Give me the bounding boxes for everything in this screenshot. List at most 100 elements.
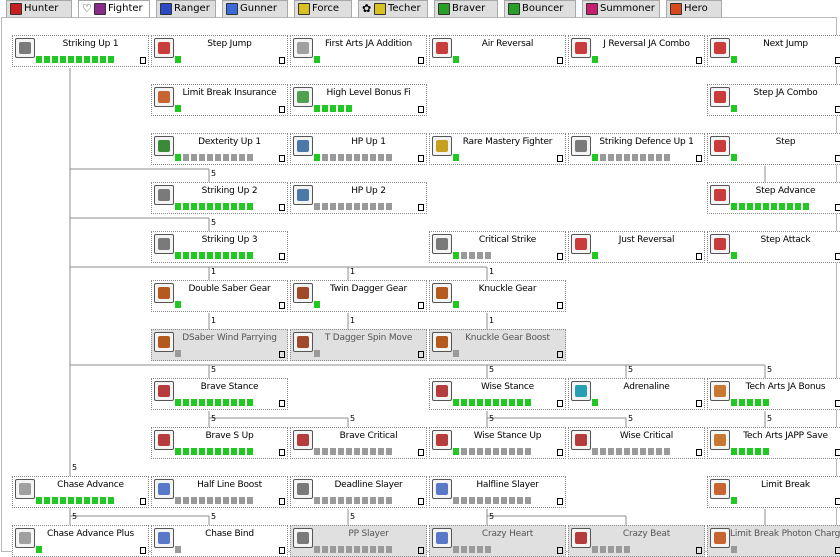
- skill-level-pip: [477, 546, 483, 553]
- skill-level-pip: [608, 448, 614, 455]
- skill-twin-dagger-gear[interactable]: Twin Dagger Gear: [290, 280, 427, 312]
- skill-half-line-boost[interactable]: Half Line Boost: [151, 476, 288, 508]
- skill-level-pip: [175, 448, 181, 455]
- skill-level-pip: [731, 105, 737, 112]
- skill-striking-up-1[interactable]: Striking Up 1: [12, 35, 149, 67]
- tab-fighter[interactable]: ♡ Fighter: [78, 0, 150, 18]
- skill-halfline-slayer[interactable]: Halfline Slayer: [429, 476, 566, 508]
- skill-just-reversal[interactable]: Just Reversal: [568, 231, 705, 263]
- skill-icon-glyph: [158, 140, 170, 152]
- skill-level-pip: [338, 203, 344, 210]
- tab-hero[interactable]: Hero: [666, 0, 722, 17]
- skill-critical-strike[interactable]: Critical Strike: [429, 231, 566, 263]
- skill-level-pip: [731, 546, 737, 553]
- chase-bind-icon: [154, 528, 174, 548]
- tab-gunner[interactable]: Gunner: [222, 0, 288, 17]
- skill-adrenaline[interactable]: Adrenaline: [568, 378, 705, 410]
- skill-level-pip: [207, 203, 213, 210]
- skill-name: DSaber Wind Parrying: [182, 333, 277, 343]
- skill-crazy-heart[interactable]: Crazy Heart: [429, 525, 566, 557]
- tab-braver[interactable]: Braver: [434, 0, 498, 17]
- skill-pp-slayer[interactable]: PP Slayer: [290, 525, 427, 557]
- skill-t-dagger-spin-move[interactable]: T Dagger Spin Move: [290, 329, 427, 361]
- skill-level-pip: [183, 448, 189, 455]
- skill-level-box: [418, 449, 424, 456]
- skill-wise-stance[interactable]: Wise Stance: [429, 378, 566, 410]
- skill-tech-arts-japp-save[interactable]: Tech Arts JAPP Save: [707, 427, 840, 459]
- skill-wise-critical[interactable]: Wise Critical: [568, 427, 705, 459]
- skill-limit-break[interactable]: Limit Break: [707, 476, 840, 508]
- skill-chase-advance-plus[interactable]: Chase Advance Plus: [12, 525, 149, 557]
- skill-chase-advance[interactable]: Chase Advance: [12, 476, 149, 508]
- skill-dsaber-wind-parrying[interactable]: DSaber Wind Parrying: [151, 329, 288, 361]
- skill-knuckle-gear[interactable]: Knuckle Gear: [429, 280, 566, 312]
- skill-step-ja-combo[interactable]: Step JA Combo: [707, 84, 840, 116]
- skill-level-pip: [52, 497, 58, 504]
- skill-level-pip: [330, 105, 336, 112]
- skill-name: Deadline Slayer: [334, 480, 403, 490]
- skill-limit-break-photon-charge[interactable]: Limit Break Photon Charge: [707, 525, 840, 557]
- skill-step-attack[interactable]: Step Attack: [707, 231, 840, 263]
- skill-level-pip: [191, 154, 197, 161]
- skill-name: Air Reversal: [481, 39, 534, 49]
- skill-name: Wise Critical: [619, 431, 674, 441]
- skill-next-jump[interactable]: Next Jump: [707, 35, 840, 67]
- skill-rare-mastery-fighter[interactable]: Rare Mastery Fighter: [429, 133, 566, 165]
- tab-prefix-glyph: ✿: [362, 2, 372, 15]
- skill-step-jump[interactable]: Step Jump: [151, 35, 288, 67]
- skill-level-pip: [493, 399, 499, 406]
- skill-icon-glyph: [297, 532, 309, 544]
- tab-ranger[interactable]: Ranger: [156, 0, 216, 17]
- skill-limit-break-insurance[interactable]: Limit Break Insurance: [151, 84, 288, 116]
- skill-double-saber-gear[interactable]: Double Saber Gear: [151, 280, 288, 312]
- skill-striking-defence-up-1[interactable]: Striking Defence Up 1: [568, 133, 705, 165]
- skill-hp-up-1[interactable]: HP Up 1: [290, 133, 427, 165]
- skill-name: Tech Arts JA Bonus: [745, 382, 826, 392]
- skill-brave-stance[interactable]: Brave Stance: [151, 378, 288, 410]
- skill-brave-s-up[interactable]: Brave S Up: [151, 427, 288, 459]
- skill-level-pip: [223, 399, 229, 406]
- skill-j-reversal-ja-combo[interactable]: J Reversal JA Combo: [568, 35, 705, 67]
- skill-level-pip: [739, 448, 745, 455]
- skill-first-arts-ja-addition[interactable]: First Arts JA Addition: [290, 35, 427, 67]
- skill-level-pip: [314, 203, 320, 210]
- skill-striking-up-3[interactable]: Striking Up 3: [151, 231, 288, 263]
- skill-dexterity-up-1[interactable]: Dexterity Up 1: [151, 133, 288, 165]
- skill-name: Wise Stance Up: [473, 431, 542, 441]
- skill-level-pip: [338, 105, 344, 112]
- skill-icon-glyph: [297, 483, 309, 495]
- skill-step[interactable]: Step: [707, 133, 840, 165]
- skill-high-level-bonus-fi[interactable]: High Level Bonus Fi: [290, 84, 427, 116]
- tab-summoner[interactable]: Summoner: [582, 0, 660, 17]
- skill-crazy-beat[interactable]: Crazy Beat: [568, 525, 705, 557]
- tab-hunter[interactable]: Hunter: [6, 0, 72, 17]
- tab-techer[interactable]: ✿ Techer: [358, 0, 428, 17]
- skill-step-advance[interactable]: Step Advance: [707, 182, 840, 214]
- skill-striking-up-2[interactable]: Striking Up 2: [151, 182, 288, 214]
- skill-air-reversal[interactable]: Air Reversal: [429, 35, 566, 67]
- skill-tech-arts-ja-bonus[interactable]: Tech Arts JA Bonus: [707, 378, 840, 410]
- skill-level-pip: [592, 252, 598, 259]
- skill-level-pip: [755, 448, 761, 455]
- skill-level-pip: [461, 399, 467, 406]
- skill-brave-critical[interactable]: Brave Critical: [290, 427, 427, 459]
- skill-level-pip: [485, 546, 491, 553]
- skill-level-pip: [731, 154, 737, 161]
- skill-knuckle-gear-boost[interactable]: Knuckle Gear Boost: [429, 329, 566, 361]
- skill-level-pip: [378, 546, 384, 553]
- skill-deadline-slayer[interactable]: Deadline Slayer: [290, 476, 427, 508]
- skill-level-pip: [608, 546, 614, 553]
- skill-level-pip: [314, 154, 320, 161]
- tab-force[interactable]: Force: [294, 0, 352, 17]
- skill-level-pip: [199, 154, 205, 161]
- skill-icon-glyph: [436, 385, 448, 397]
- skill-level-box: [418, 106, 424, 113]
- tab-bouncer[interactable]: Bouncer: [504, 0, 576, 17]
- skill-wise-stance-up[interactable]: Wise Stance Up: [429, 427, 566, 459]
- skill-icon-glyph: [436, 532, 448, 544]
- skill-chase-bind[interactable]: Chase Bind: [151, 525, 288, 557]
- skill-level-box: [835, 449, 840, 456]
- skill-hp-up-2[interactable]: HP Up 2: [290, 182, 427, 214]
- skill-level-pip: [44, 56, 50, 63]
- skill-level-box: [140, 498, 146, 505]
